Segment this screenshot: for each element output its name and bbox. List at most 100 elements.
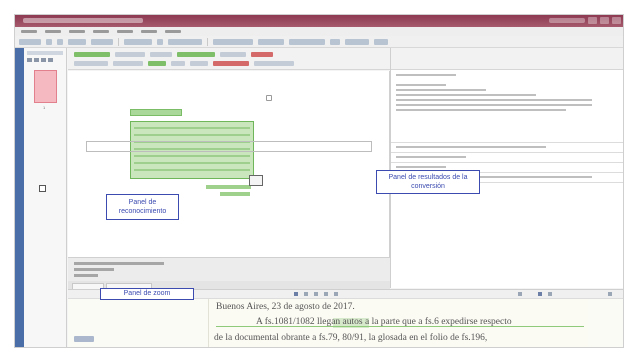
recognition-toolbar-row [74, 52, 273, 57]
area-properties [68, 257, 390, 281]
result-paragraph[interactable] [396, 156, 596, 161]
menu-item[interactable] [21, 30, 37, 33]
area-tool-button[interactable] [177, 52, 215, 57]
text-line [134, 169, 250, 171]
recognition-panel[interactable] [68, 71, 390, 257]
zoom-line-marker [216, 326, 584, 327]
divider [391, 142, 623, 143]
toolbar-separator [118, 37, 119, 46]
recognized-title-area[interactable] [130, 109, 182, 116]
toolbar-button[interactable] [157, 38, 163, 45]
divider [391, 162, 623, 163]
zoom-tool-button[interactable] [518, 292, 522, 296]
area-tool-button[interactable] [150, 52, 172, 57]
area-tool-button[interactable] [220, 52, 246, 57]
zoom-panel[interactable]: Buenos Aires, 23 de agosto de 2017. A fs… [68, 299, 623, 347]
zoom-tool-button[interactable] [304, 292, 308, 296]
recognition-toolbar [68, 48, 390, 70]
thumbnail-tool-button[interactable] [34, 58, 39, 62]
page-number: 1 [43, 105, 46, 110]
area-tool-button[interactable] [251, 52, 273, 57]
text-line [134, 127, 250, 129]
toolbar-button[interactable] [57, 38, 63, 45]
divider [391, 152, 623, 153]
format-select[interactable] [289, 38, 325, 45]
window-title [23, 18, 143, 23]
menu-item[interactable] [93, 30, 109, 33]
thumbnail-tool-button[interactable] [41, 58, 46, 62]
cursor-icon [249, 175, 263, 186]
toolbar-separator [207, 37, 208, 46]
fit-page-icon[interactable] [266, 95, 272, 101]
results-toolbar [391, 48, 623, 70]
thumbnails-header [27, 51, 63, 55]
area-tool-button[interactable] [115, 52, 145, 57]
zoom-tool-button[interactable] [608, 292, 612, 296]
toolbar-button[interactable] [374, 38, 388, 45]
layout-select[interactable] [213, 38, 253, 45]
thumbnails-panel: 1 [15, 48, 67, 347]
result-paragraph[interactable] [396, 84, 596, 114]
open-button[interactable] [19, 38, 41, 45]
property-line [74, 274, 98, 277]
text-line [134, 134, 250, 136]
recognized-small-area[interactable] [220, 192, 250, 196]
language-select[interactable] [124, 38, 152, 45]
read-button[interactable] [91, 38, 113, 45]
side-bar [15, 48, 24, 347]
property-line [74, 262, 164, 265]
menu-item[interactable] [117, 30, 133, 33]
scan-button[interactable] [68, 38, 86, 45]
thumbnails-tools [27, 58, 53, 62]
close-button[interactable] [612, 17, 621, 24]
zoom-tool-button[interactable] [294, 292, 298, 296]
toolbar-button[interactable] [258, 38, 284, 45]
selection-outline [86, 141, 372, 152]
zoom-text-line: de la documental obrante a fs.79, 80/91,… [214, 333, 488, 343]
toolbar-button[interactable] [330, 38, 340, 45]
area-tool-button[interactable] [190, 61, 208, 66]
main-toolbar [15, 36, 623, 48]
area-tool-button[interactable] [171, 61, 185, 66]
window-controls [588, 17, 621, 24]
recognized-small-area[interactable] [206, 185, 251, 189]
toolbar-button[interactable] [46, 38, 52, 45]
area-tool-button[interactable] [254, 61, 294, 66]
status-button[interactable] [74, 336, 94, 342]
menu-item[interactable] [165, 30, 181, 33]
area-tool-button[interactable] [113, 61, 143, 66]
zoom-tool-button[interactable] [334, 292, 338, 296]
maximize-button[interactable] [600, 17, 609, 24]
zoom-tool-button[interactable] [538, 292, 542, 296]
results-panel[interactable] [390, 48, 623, 288]
menu-item[interactable] [141, 30, 157, 33]
text-line [134, 162, 250, 164]
toolbar-button[interactable] [345, 38, 369, 45]
area-tool-button[interactable] [213, 61, 249, 66]
area-tool-button[interactable] [148, 61, 166, 66]
zoom-tool-button[interactable] [548, 292, 552, 296]
zoom-panel-callout: Panel de zoom [100, 288, 194, 300]
result-paragraph[interactable] [396, 74, 596, 79]
thumbnail-tool-button[interactable] [48, 58, 53, 62]
area-tool-button[interactable] [74, 52, 110, 57]
minimize-button[interactable] [588, 17, 597, 24]
results-panel-callout: Panel de resultados de la conversión [376, 170, 480, 194]
menu-item[interactable] [45, 30, 61, 33]
user-account[interactable] [549, 18, 585, 23]
save-button[interactable] [168, 38, 202, 45]
title-bar [15, 15, 623, 27]
thumbnail-tool-button[interactable] [27, 58, 32, 62]
text-line [134, 155, 250, 157]
zoom-tool-button[interactable] [314, 292, 318, 296]
result-paragraph[interactable] [396, 146, 596, 151]
page-thumbnail[interactable] [34, 70, 57, 103]
property-line [74, 268, 114, 271]
area-tool-button[interactable] [74, 61, 108, 66]
page-checkbox[interactable] [39, 185, 46, 192]
menu-item[interactable] [69, 30, 85, 33]
zoom-tool-button[interactable] [324, 292, 328, 296]
recognition-toolbar-row [74, 61, 294, 66]
zoom-text-line: Buenos Aires, 23 de agosto de 2017. [216, 302, 355, 312]
recognition-panel-callout: Panel de reconocimiento [106, 194, 179, 220]
